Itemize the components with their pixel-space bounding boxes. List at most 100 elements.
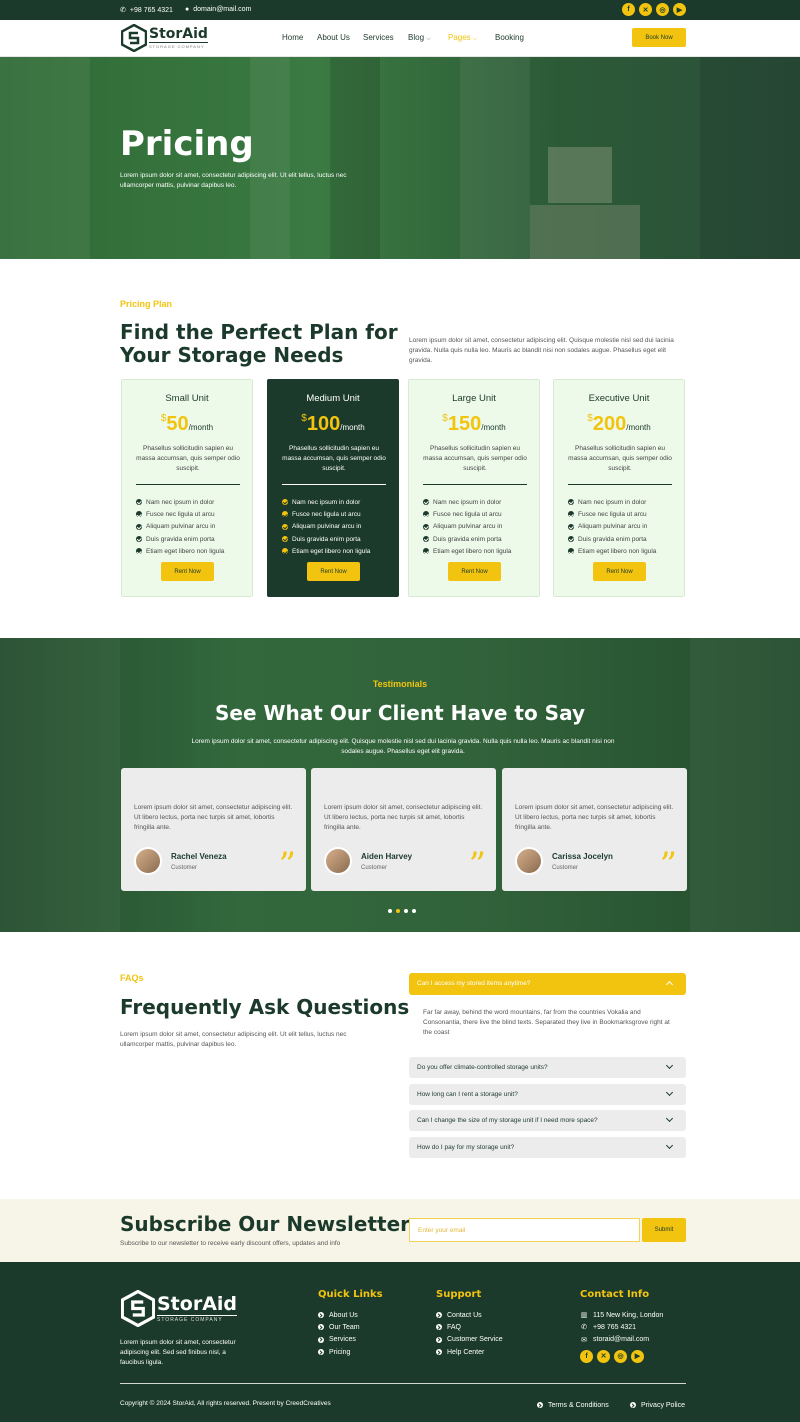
feature-item: Fusce nec ligula ut arcu xyxy=(282,508,370,520)
faq-question[interactable]: How do I pay for my storage unit? xyxy=(409,1137,686,1158)
arrow-right-icon xyxy=(318,1324,324,1331)
feature-item: Nam nec ipsum in dolor xyxy=(282,496,370,508)
support-link[interactable]: Contact Us xyxy=(436,1309,503,1321)
footer-quick-title: Quick Links xyxy=(318,1289,383,1300)
youtube-icon[interactable]: ▶ xyxy=(673,3,686,16)
mail-icon: ✉ xyxy=(581,1336,587,1344)
youtube-icon[interactable]: ▶ xyxy=(631,1349,644,1363)
faq-question-open[interactable]: Can I access my stored items anytime? xyxy=(409,973,686,995)
facebook-icon[interactable]: f xyxy=(622,3,635,16)
testimonial-name: Aiden Harvey xyxy=(361,852,413,861)
footer-logo[interactable]: StorAid STORAGE COMPANY xyxy=(121,1290,238,1327)
feature-item: Etiam eget libero non ligula xyxy=(423,545,511,557)
support-link[interactable]: Customer Service xyxy=(436,1334,503,1346)
feature-label: Etiam eget libero non ligula xyxy=(146,547,225,555)
instagram-icon[interactable]: ◎ xyxy=(656,3,669,16)
rent-now-button[interactable]: Rent Now xyxy=(448,562,501,581)
page-title: Pricing xyxy=(120,124,254,164)
hero-box-image xyxy=(548,147,612,203)
testimonial-role: Customer xyxy=(361,865,388,871)
x-icon[interactable]: ✕ xyxy=(597,1349,610,1363)
nav-item-services[interactable]: Services xyxy=(363,33,394,42)
faq-question[interactable]: How long can I rent a storage unit? xyxy=(409,1084,686,1105)
arrow-right-icon xyxy=(436,1349,442,1356)
carousel-dot[interactable] xyxy=(388,909,392,913)
carousel-dot[interactable] xyxy=(412,909,416,913)
avatar xyxy=(134,847,162,875)
feature-label: Fusce nec ligula ut arcu xyxy=(433,510,502,518)
pricing-eyebrow: Pricing Plan xyxy=(120,299,173,309)
feature-label: Nam nec ipsum in dolor xyxy=(146,498,215,506)
chevron-down-icon xyxy=(665,1088,674,1097)
privacy-link[interactable]: Privacy Police xyxy=(630,1399,685,1411)
testimonial-quote: Lorem ipsum dolor sit amet, consectetur … xyxy=(324,804,483,831)
plan-name: Executive Unit xyxy=(588,393,650,404)
feature-item: Aliquam pulvinar arcu in xyxy=(136,521,224,533)
topbar-phone[interactable]: ✆ +98 765 4321 xyxy=(120,6,173,15)
x-icon[interactable]: ✕ xyxy=(639,3,652,16)
terms-label: Terms & Conditions xyxy=(548,1401,609,1409)
submit-button[interactable]: Submit xyxy=(642,1218,686,1242)
main-nav: StorAid STORAGE COMPANY Home About Us Se… xyxy=(0,20,800,57)
contact-email[interactable]: ✉ storaid@mail.com xyxy=(580,1334,663,1346)
feature-item: Etiam eget libero non ligula xyxy=(136,545,224,557)
arrow-right-icon xyxy=(630,1402,636,1409)
nav-item-about[interactable]: About Us xyxy=(317,33,350,42)
copyright: Copyright © 2024 StorAid, All rights res… xyxy=(120,1400,331,1407)
footer-social-links: f ✕ ◎ ▶ xyxy=(580,1349,663,1363)
feature-item: Nam nec ipsum in dolor xyxy=(568,496,656,508)
faq-question[interactable]: Do you offer climate-controlled storage … xyxy=(409,1057,686,1078)
faq-eyebrow: FAQs xyxy=(120,973,144,983)
footer-support-title: Support xyxy=(436,1289,482,1300)
nav-item-booking[interactable]: Booking xyxy=(495,33,524,42)
quick-link[interactable]: Our Team xyxy=(318,1321,383,1333)
check-circle-icon xyxy=(423,523,429,530)
faq-question[interactable]: Can I change the size of my storage unit… xyxy=(409,1110,686,1131)
testimonials-text: Lorem ipsum dolor sit amet, consectetur … xyxy=(191,738,615,755)
footer-divider xyxy=(120,1383,686,1384)
testimonial-role: Customer xyxy=(552,865,579,871)
footer-brand-tagline: STORAGE COMPANY xyxy=(157,1316,223,1323)
privacy-label: Privacy Police xyxy=(641,1401,685,1409)
feature-label: Nam nec ipsum in dolor xyxy=(292,498,361,506)
phone-icon: ✆ xyxy=(120,7,126,14)
quick-link[interactable]: Services xyxy=(318,1334,383,1346)
chevron-down-icon xyxy=(665,1061,674,1070)
nav-item-pages[interactable]: Pages ⌵ xyxy=(448,33,477,43)
instagram-icon[interactable]: ◎ xyxy=(614,1349,627,1363)
price-amount: 50 xyxy=(166,413,189,435)
rent-now-button[interactable]: Rent Now xyxy=(161,562,214,581)
plan-divider xyxy=(136,484,240,485)
rent-now-button[interactable]: Rent Now xyxy=(593,562,646,581)
newsletter-text: Subscribe to our newsletter to receive e… xyxy=(120,1240,341,1247)
plan-divider xyxy=(282,484,386,485)
nav-item-blog[interactable]: Blog ⌵ xyxy=(408,33,431,43)
topbar-email[interactable]: ● domain@mail.com xyxy=(185,6,251,13)
check-circle-icon xyxy=(568,536,574,543)
plan-features: Nam nec ipsum in dolor Fusce nec ligula u… xyxy=(423,496,511,557)
rent-now-button[interactable]: Rent Now xyxy=(307,562,360,581)
pricing-card: Large Unit $150/month Phasellus sollicit… xyxy=(408,379,540,597)
newsletter-email-input[interactable] xyxy=(409,1218,640,1242)
quick-link[interactable]: About Us xyxy=(318,1309,383,1321)
pricing-card: Executive Unit $200/month Phasellus soll… xyxy=(553,379,685,597)
contact-phone[interactable]: ✆ +98 765 4321 xyxy=(580,1321,663,1333)
facebook-icon[interactable]: f xyxy=(580,1349,593,1363)
logo[interactable]: StorAid STORAGE COMPANY xyxy=(121,24,208,52)
pricing-title-line2: Your Storage Needs xyxy=(120,343,344,367)
footer-about: Lorem ipsum dolor sit amet, consectetur … xyxy=(120,1339,236,1366)
carousel-dot[interactable] xyxy=(396,909,400,913)
faq-question-label: Can I change the size of my storage unit… xyxy=(417,1117,598,1124)
support-link[interactable]: FAQ xyxy=(436,1321,503,1333)
quick-link[interactable]: Pricing xyxy=(318,1346,383,1358)
faq-question-label: Do you offer climate-controlled storage … xyxy=(417,1064,548,1071)
footer-link-label: FAQ xyxy=(447,1323,462,1331)
pricing-title: Find the Perfect Plan for Your Storage N… xyxy=(120,321,398,367)
quick-links-list: About Us Our Team Services Pricing xyxy=(318,1309,383,1358)
feature-label: Aliquam pulvinar arcu in xyxy=(578,523,648,531)
book-now-button[interactable]: Book Now xyxy=(632,28,686,47)
support-link[interactable]: Help Center xyxy=(436,1346,503,1358)
terms-link[interactable]: Terms & Conditions xyxy=(537,1399,609,1411)
nav-item-home[interactable]: Home xyxy=(282,33,303,42)
carousel-dot[interactable] xyxy=(404,909,408,913)
